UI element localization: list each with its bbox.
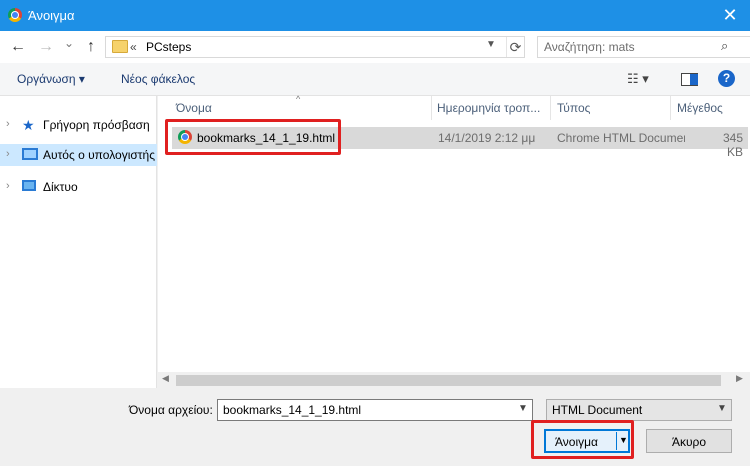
recent-locations-button[interactable]: ⌄	[62, 33, 76, 53]
highlight-box	[531, 420, 634, 459]
chevron-down-icon[interactable]: ▼	[486, 39, 496, 50]
forward-button[interactable]: →	[36, 37, 56, 57]
help-button[interactable]: ?	[718, 70, 735, 87]
search-icon[interactable]: ⌕	[721, 38, 728, 54]
sidebar-item-this-pc[interactable]: › Αυτός ο υπολογιστής	[0, 144, 157, 166]
sidebar-item-label: Γρήγορη πρόσβαση	[43, 118, 150, 132]
computer-icon	[22, 148, 38, 160]
breadcrumb-overflow[interactable]: «	[130, 40, 137, 54]
cancel-button[interactable]: Άκυρο	[646, 429, 732, 453]
sidebar-item-network[interactable]: › Δίκτυο	[0, 176, 157, 198]
chevron-down-icon[interactable]: ▼	[518, 403, 528, 414]
sort-arrow-icon: ^	[296, 94, 301, 104]
file-list: ^ Όνομα Ημερομηνία τροπ... Τύπος Μέγεθος…	[158, 94, 750, 388]
column-header-name[interactable]: Όνομα	[176, 101, 212, 115]
horizontal-scrollbar[interactable]: ◀ ▶	[158, 372, 750, 389]
breadcrumb-pcsteps[interactable]: PCsteps	[146, 40, 191, 54]
filename-label: Όνομα αρχείου:	[129, 403, 213, 417]
filename-input[interactable]: bookmarks_14_1_19.html	[223, 403, 361, 417]
new-folder-button[interactable]: Νέος φάκελος	[121, 72, 195, 86]
search-box[interactable]: Αναζήτηση: mats ⌕	[537, 36, 750, 58]
refresh-button[interactable]: ⟳	[506, 37, 524, 57]
file-size: 345 KB	[722, 131, 743, 159]
star-icon: ★	[22, 117, 35, 133]
sidebar-item-quick-access[interactable]: › ★ Γρήγορη πρόσβαση	[0, 114, 157, 136]
up-button[interactable]: ↑	[82, 37, 100, 57]
highlight-box	[165, 119, 341, 155]
scrollbar-thumb[interactable]	[176, 375, 721, 386]
organize-button[interactable]: Οργάνωση ▾	[17, 72, 85, 86]
scroll-right-icon[interactable]: ▶	[736, 373, 743, 384]
navigation-pane: › ★ Γρήγορη πρόσβαση › Αυτός ο υπολογιστ…	[0, 96, 157, 388]
file-type-value: HTML Document	[552, 403, 643, 417]
close-button[interactable]: ✕	[716, 4, 744, 26]
cancel-button-label: Άκυρο	[671, 435, 707, 449]
back-button[interactable]: ←	[8, 37, 28, 57]
sidebar-item-label: Αυτός ο υπολογιστής	[43, 148, 155, 162]
search-input[interactable]: Αναζήτηση: mats	[544, 40, 635, 54]
chrome-icon	[8, 8, 22, 22]
address-bar[interactable]: « PCsteps ▼ ⟳	[105, 36, 525, 58]
expand-arrow-icon[interactable]: ›	[6, 118, 10, 130]
expand-arrow-icon[interactable]: ›	[6, 148, 10, 160]
preview-pane-icon[interactable]	[681, 73, 698, 86]
window-title: Άνοιγμα	[28, 8, 75, 23]
sidebar-item-label: Δίκτυο	[43, 180, 78, 194]
change-view-icon[interactable]: ☷ ▾	[627, 71, 649, 87]
column-header-type[interactable]: Τύπος	[557, 101, 590, 115]
column-separator[interactable]	[670, 96, 671, 120]
column-separator[interactable]	[431, 96, 432, 120]
column-separator[interactable]	[550, 96, 551, 120]
file-type-select[interactable]: HTML Document ▼	[546, 399, 732, 421]
filename-field[interactable]: bookmarks_14_1_19.html ▼	[217, 399, 533, 421]
chevron-down-icon[interactable]: ▼	[717, 403, 727, 414]
folder-icon	[112, 40, 128, 53]
column-header-date[interactable]: Ημερομηνία τροπ...	[437, 101, 540, 115]
scroll-left-icon[interactable]: ◀	[162, 373, 169, 384]
file-type: Chrome HTML Document	[557, 131, 685, 145]
column-header-size[interactable]: Μέγεθος	[677, 101, 723, 115]
title-bar: Άνοιγμα ✕	[0, 0, 750, 31]
network-icon	[22, 180, 36, 191]
command-bar: Οργάνωση ▾ Νέος φάκελος ☷ ▾ ?	[0, 63, 750, 96]
file-date: 14/1/2019 2:12 μμ	[438, 131, 536, 145]
expand-arrow-icon[interactable]: ›	[6, 180, 10, 192]
